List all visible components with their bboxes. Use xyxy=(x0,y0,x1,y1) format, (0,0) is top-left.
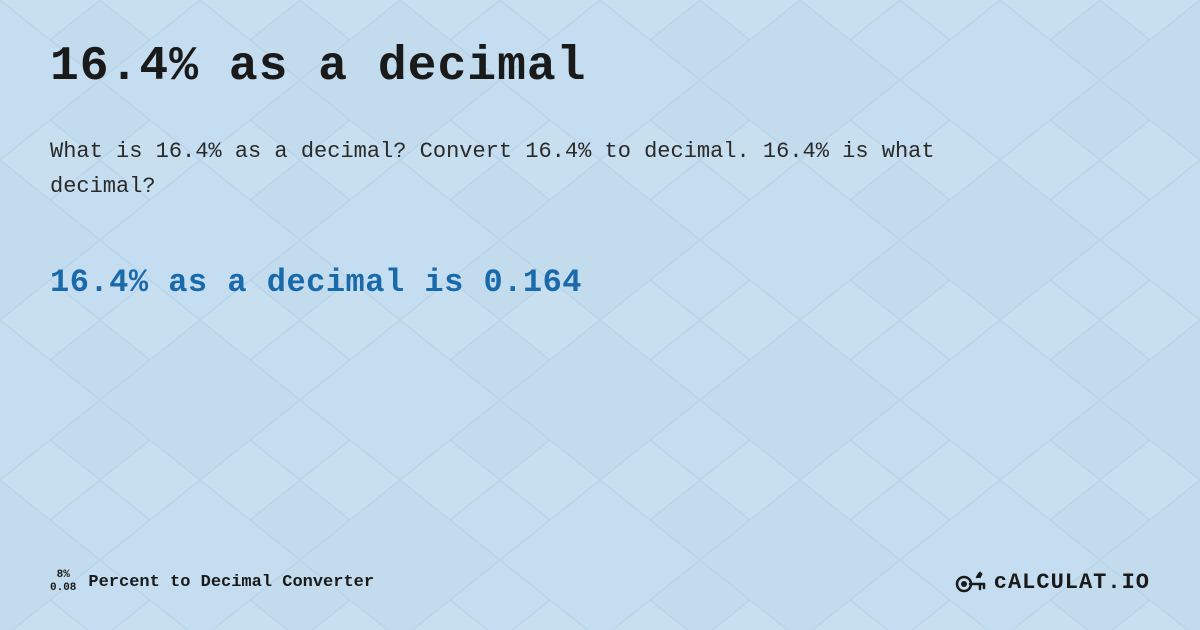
calculat-io-icon xyxy=(954,564,990,600)
logo-text: cALCULAT.IO xyxy=(994,570,1150,595)
footer-label: Percent to Decimal Converter xyxy=(88,573,374,592)
icon-bottom-value: 0.08 xyxy=(50,582,76,595)
main-content: 16.4% as a decimal What is 16.4% as a de… xyxy=(0,0,1200,630)
page-title: 16.4% as a decimal xyxy=(50,40,1150,94)
description-text: What is 16.4% as a decimal? Convert 16.4… xyxy=(50,134,950,204)
icon-top-value: 8% xyxy=(57,569,70,582)
result-text: 16.4% as a decimal is 0.164 xyxy=(50,264,1150,301)
footer-left: 8% 0.08 Percent to Decimal Converter xyxy=(50,569,374,595)
footer: 8% 0.08 Percent to Decimal Converter cAL… xyxy=(50,544,1150,600)
footer-logo: cALCULAT.IO xyxy=(954,564,1150,600)
percent-decimal-icon: 8% 0.08 xyxy=(50,569,76,595)
